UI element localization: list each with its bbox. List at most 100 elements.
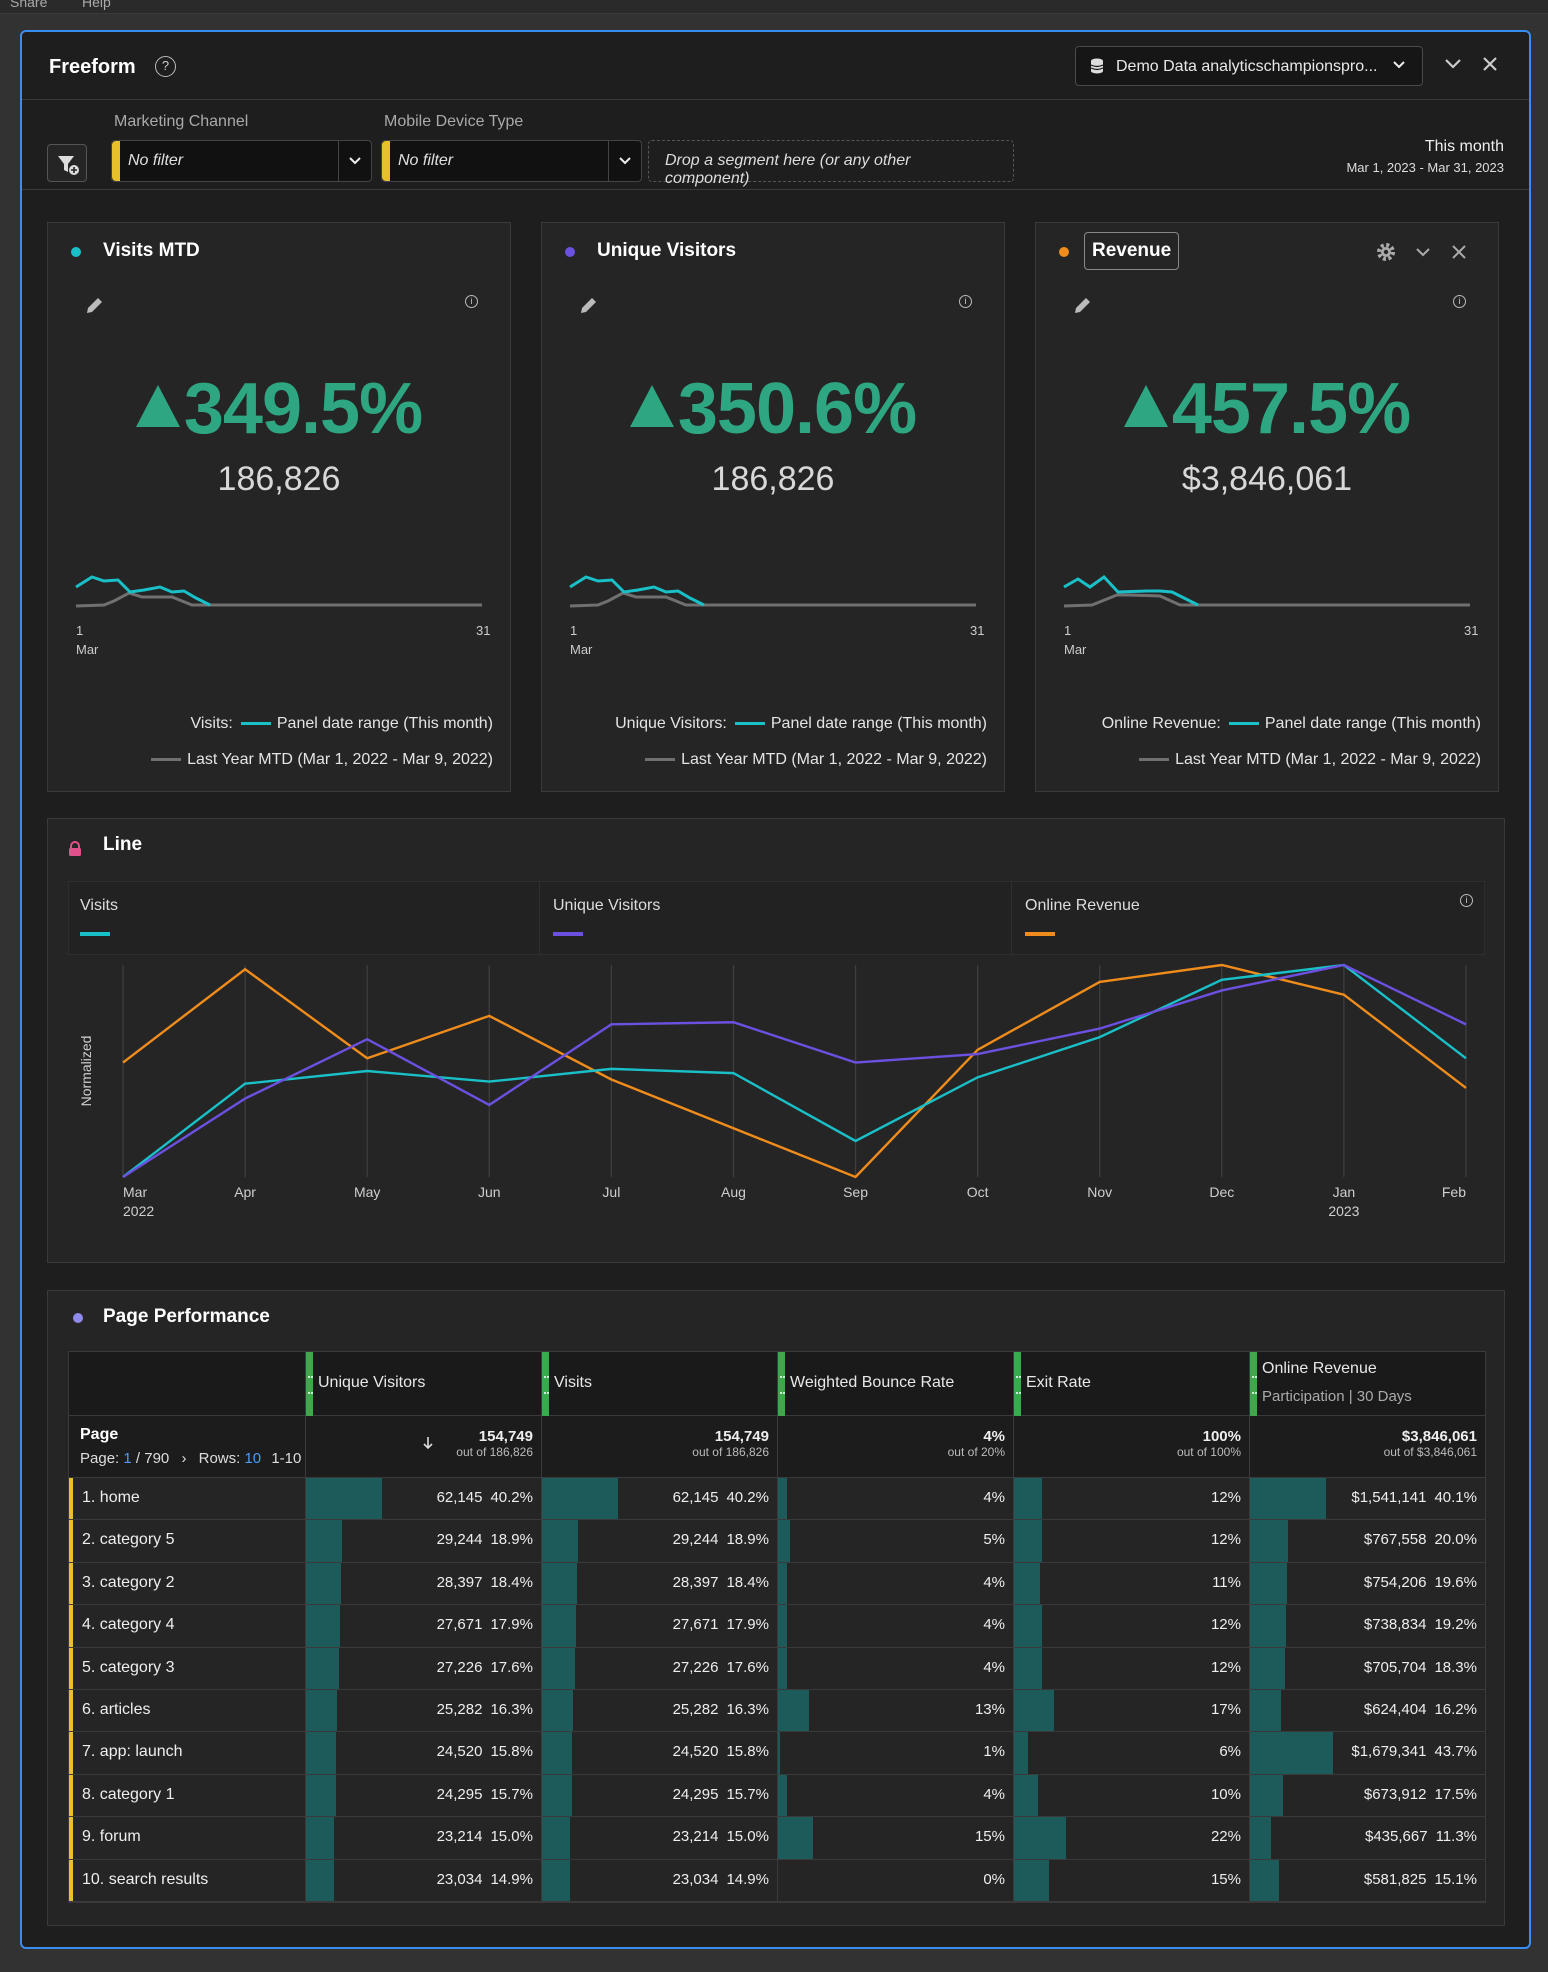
add-filter-button[interactable] bbox=[47, 144, 87, 182]
metric-cell[interactable]: 24,520 15.8% bbox=[305, 1732, 541, 1774]
table-row[interactable]: 5. category 3 27,226 17.6% 27,226 17.6% 4% 12%… bbox=[69, 1647, 1485, 1690]
card-title[interactable]: Revenue bbox=[1084, 232, 1180, 270]
metric-cell[interactable]: 15% bbox=[777, 1817, 1013, 1859]
page-number[interactable]: 1 bbox=[123, 1450, 131, 1467]
table-row[interactable]: 10. search results 23,034 14.9% 23,034 14.9%… bbox=[69, 1859, 1485, 1902]
metric-cell[interactable]: $705,704 18.3% bbox=[1249, 1647, 1485, 1689]
page-name[interactable]: 6. articles bbox=[82, 1701, 150, 1719]
info-icon[interactable]: i bbox=[959, 295, 972, 308]
metric-cell[interactable]: 28,397 18.4% bbox=[305, 1562, 541, 1605]
table-row[interactable]: 1. home 62,145 40.2% 62,145 40.2% 4% 12% $1,541… bbox=[69, 1478, 1485, 1521]
metric-cell[interactable]: 4% bbox=[777, 1774, 1013, 1817]
next-page-icon[interactable]: › bbox=[181, 1450, 186, 1467]
segment-dropzone[interactable]: Drop a segment here (or any other compon… bbox=[648, 140, 1014, 187]
metric-cell[interactable]: 11% bbox=[1013, 1562, 1249, 1605]
metric-cell[interactable]: $1,679,341 43.7% bbox=[1249, 1732, 1485, 1774]
drag-handle[interactable] bbox=[542, 1352, 549, 1416]
metric-cell[interactable]: $624,404 16.2% bbox=[1249, 1689, 1485, 1732]
close-icon[interactable] bbox=[1448, 241, 1470, 263]
metric-cell[interactable]: 17% bbox=[1013, 1689, 1249, 1732]
pencil-icon[interactable] bbox=[83, 295, 105, 317]
drag-handle[interactable] bbox=[1014, 1352, 1021, 1416]
metric-cell[interactable]: 22% bbox=[1013, 1817, 1249, 1859]
legend-online-revenue[interactable]: Online Revenue bbox=[1025, 897, 1140, 936]
metric-cell[interactable]: 25,282 16.3% bbox=[305, 1689, 541, 1732]
metric-cell[interactable]: 12% bbox=[1013, 1605, 1249, 1647]
metric-cell[interactable]: 27,226 17.6% bbox=[305, 1647, 541, 1689]
drag-handle[interactable] bbox=[1250, 1352, 1257, 1416]
metric-cell[interactable]: $738,834 19.2% bbox=[1249, 1605, 1485, 1647]
collapse-chevron-icon[interactable] bbox=[1439, 50, 1467, 78]
metric-cell[interactable]: $767,558 20.0% bbox=[1249, 1520, 1485, 1562]
page-name[interactable]: 5. category 3 bbox=[82, 1659, 175, 1677]
metric-cell[interactable]: $581,825 15.1% bbox=[1249, 1859, 1485, 1901]
metric-cell[interactable]: 1% bbox=[777, 1732, 1013, 1774]
page-name[interactable]: 4. category 4 bbox=[82, 1616, 175, 1634]
table-row[interactable]: 6. articles 25,282 16.3% 25,282 16.3% 13% 17% $… bbox=[69, 1689, 1485, 1733]
metric-cell[interactable]: 23,214 15.0% bbox=[541, 1817, 777, 1859]
metric-cell[interactable]: 12% bbox=[1013, 1478, 1249, 1520]
help-icon[interactable]: ? bbox=[155, 56, 176, 77]
page-name[interactable]: 7. app: launch bbox=[82, 1743, 183, 1761]
metric-cell[interactable]: 4% bbox=[777, 1605, 1013, 1647]
page-name[interactable]: 10. search results bbox=[82, 1871, 208, 1889]
close-icon[interactable] bbox=[1476, 50, 1504, 78]
column-header-online-revenue[interactable]: Online Revenue Participation | 30 Days bbox=[1249, 1352, 1485, 1416]
metric-cell[interactable]: $435,667 11.3% bbox=[1249, 1817, 1485, 1859]
metric-cell[interactable]: 27,671 17.9% bbox=[541, 1605, 777, 1647]
metric-cell[interactable]: 6% bbox=[1013, 1732, 1249, 1774]
pencil-icon[interactable] bbox=[577, 295, 599, 317]
metric-cell[interactable]: 62,145 40.2% bbox=[541, 1478, 777, 1520]
menu-share[interactable]: Share bbox=[10, 0, 47, 10]
metric-cell[interactable]: 4% bbox=[777, 1562, 1013, 1605]
metric-cell[interactable]: 24,295 15.7% bbox=[305, 1774, 541, 1817]
legend-visits[interactable]: Visits bbox=[80, 897, 118, 936]
table-row[interactable]: 8. category 1 24,295 15.7% 24,295 15.7% 4% 10%… bbox=[69, 1774, 1485, 1818]
metric-cell[interactable]: 12% bbox=[1013, 1647, 1249, 1689]
table-row[interactable]: 9. forum 23,214 15.0% 23,214 15.0% 15% 22% $435… bbox=[69, 1817, 1485, 1860]
metric-cell[interactable]: 5% bbox=[777, 1520, 1013, 1562]
drag-handle[interactable] bbox=[382, 141, 390, 181]
info-icon[interactable]: i bbox=[1460, 894, 1473, 907]
rows-per-page[interactable]: 10 bbox=[244, 1450, 261, 1467]
metric-cell[interactable]: 29,244 18.9% bbox=[541, 1520, 777, 1562]
metric-cell[interactable]: 10% bbox=[1013, 1774, 1249, 1817]
page-name[interactable]: 9. forum bbox=[82, 1828, 141, 1846]
page-name[interactable]: 3. category 2 bbox=[82, 1574, 175, 1592]
menu-help[interactable]: Help bbox=[82, 0, 111, 10]
metric-cell[interactable]: 23,214 15.0% bbox=[305, 1817, 541, 1859]
metric-cell[interactable]: 23,034 14.9% bbox=[305, 1859, 541, 1901]
info-icon[interactable]: i bbox=[465, 295, 478, 308]
metric-cell[interactable]: 28,397 18.4% bbox=[541, 1562, 777, 1605]
metric-cell[interactable]: $754,206 19.6% bbox=[1249, 1562, 1485, 1605]
metric-cell[interactable]: 0% bbox=[777, 1859, 1013, 1901]
page-name[interactable]: 8. category 1 bbox=[82, 1786, 175, 1804]
metric-cell[interactable]: $1,541,141 40.1% bbox=[1249, 1478, 1485, 1520]
info-icon[interactable]: i bbox=[1453, 295, 1466, 308]
page-name[interactable]: 2. category 5 bbox=[82, 1531, 175, 1549]
metric-cell[interactable]: 15% bbox=[1013, 1859, 1249, 1901]
metric-cell[interactable]: $673,912 17.5% bbox=[1249, 1774, 1485, 1817]
report-suite-select[interactable]: Demo Data analyticschampionspro... bbox=[1075, 46, 1423, 86]
marketing-channel-dropdown[interactable]: No filter bbox=[111, 140, 372, 182]
column-header-visits[interactable]: Visits bbox=[541, 1352, 777, 1416]
metric-cell[interactable]: 24,520 15.8% bbox=[541, 1732, 777, 1774]
drag-handle[interactable] bbox=[778, 1352, 785, 1416]
metric-cell[interactable]: 25,282 16.3% bbox=[541, 1689, 777, 1732]
dimension-header[interactable]: Page bbox=[80, 1426, 118, 1444]
legend-unique-visitors[interactable]: Unique Visitors bbox=[553, 897, 660, 936]
metric-cell[interactable]: 12% bbox=[1013, 1520, 1249, 1562]
metric-cell[interactable]: 27,671 17.9% bbox=[305, 1605, 541, 1647]
table-row[interactable]: 4. category 4 27,671 17.9% 27,671 17.9% 4% 12%… bbox=[69, 1605, 1485, 1648]
pencil-icon[interactable] bbox=[1071, 295, 1093, 317]
table-row[interactable]: 7. app: launch 24,520 15.8% 24,520 15.8% 1% 6%… bbox=[69, 1732, 1485, 1775]
metric-cell[interactable]: 27,226 17.6% bbox=[541, 1647, 777, 1689]
mobile-device-dropdown[interactable]: No filter bbox=[381, 140, 642, 182]
metric-cell[interactable]: 4% bbox=[777, 1478, 1013, 1520]
gear-icon[interactable] bbox=[1375, 241, 1397, 263]
drag-handle[interactable] bbox=[112, 141, 120, 181]
metric-cell[interactable]: 4% bbox=[777, 1647, 1013, 1689]
table-row[interactable]: 3. category 2 28,397 18.4% 28,397 18.4% 4% 11%… bbox=[69, 1562, 1485, 1606]
page-name[interactable]: 1. home bbox=[82, 1489, 140, 1507]
metric-cell[interactable]: 23,034 14.9% bbox=[541, 1859, 777, 1901]
